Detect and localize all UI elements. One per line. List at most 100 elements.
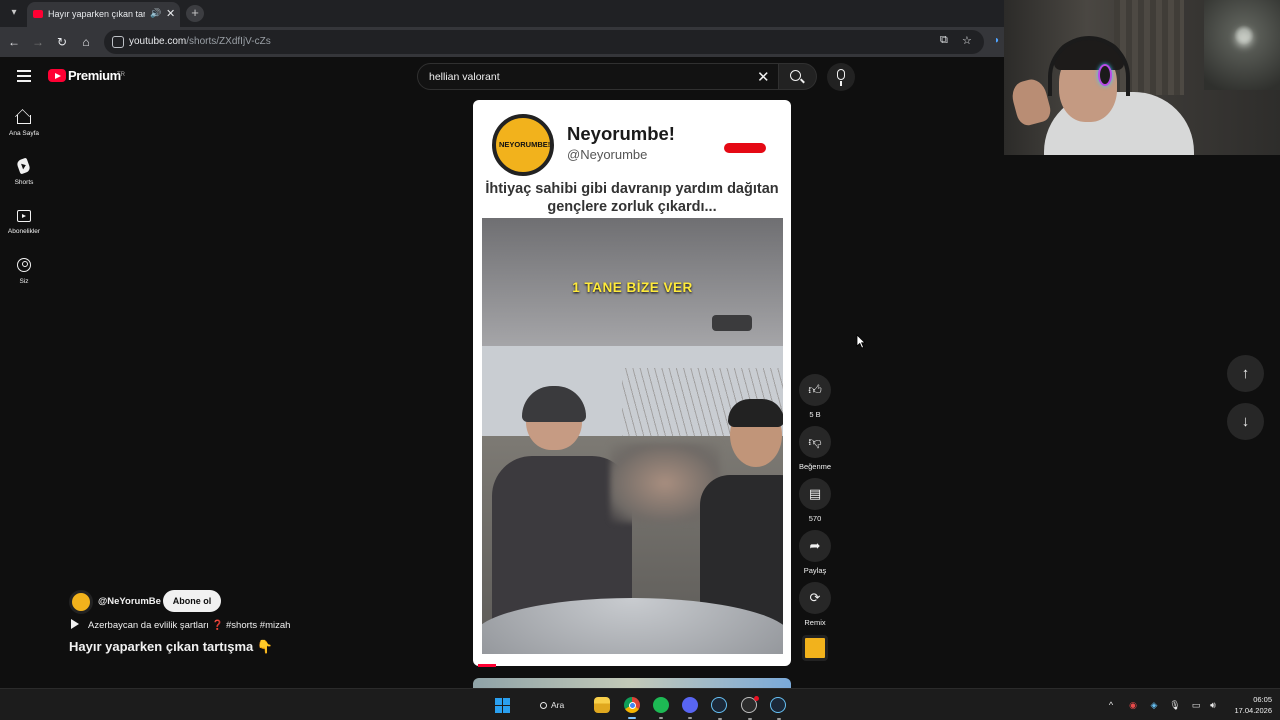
tab-title: Hayır yaparken çıkan tartışma xyxy=(48,9,145,19)
guide-label: Shorts xyxy=(14,179,34,186)
network-icon[interactable]: ▭ xyxy=(1190,699,1202,711)
volume-icon[interactable]: 🔊︎ xyxy=(1207,699,1219,711)
microphone-tray-icon[interactable]: 🎙︎ xyxy=(1169,699,1181,711)
webcam-overlay xyxy=(1004,0,1280,155)
home-browser-icon[interactable]: ⌂ xyxy=(78,34,94,50)
comments-button[interactable]: ▤ xyxy=(799,478,831,510)
neyorumbe-logo-text: NEYORUMBE! xyxy=(499,140,551,149)
share-label: Paylaş xyxy=(803,566,827,575)
bookmark-star-icon[interactable]: ☆ xyxy=(962,34,972,47)
shorts-icon xyxy=(15,157,32,175)
tab-close-icon[interactable]: ✕ xyxy=(166,7,175,20)
valorant-client-icon[interactable] xyxy=(741,696,759,720)
thumbs-down-icon: 👎︎ xyxy=(808,434,822,449)
like-button[interactable]: 👍︎ xyxy=(799,374,831,406)
mouse-cursor-icon xyxy=(856,334,866,349)
guide-item-you[interactable]: Siz xyxy=(0,258,48,300)
previous-short-button[interactable]: ↑ xyxy=(1227,355,1264,392)
forward-arrow-icon[interactable]: → xyxy=(30,34,46,50)
microphone-icon xyxy=(837,69,845,86)
video-caption: 1 TANE BİZE VER xyxy=(572,280,693,295)
search-query: hellian valorant xyxy=(429,71,500,83)
site-info-icon[interactable] xyxy=(112,36,124,48)
overlay-channel-name: Neyorumbe! xyxy=(567,123,675,144)
tab-search-chevron-icon[interactable]: ▾ xyxy=(6,5,22,21)
video-frame: 1 TANE BİZE VER xyxy=(482,218,783,654)
tab-audio-icon[interactable]: 🔊 xyxy=(150,8,161,19)
extension-icon[interactable]: ◗ xyxy=(994,35,1002,47)
video-progress-bar[interactable] xyxy=(478,664,496,667)
notification-dot xyxy=(754,696,759,701)
spotify-icon[interactable] xyxy=(653,697,669,719)
address-bar[interactable]: youtube.com/shorts/ZXdfIjV-cZs ⧉ ☆ xyxy=(104,30,984,54)
screen: ▾ Hayır yaparken çıkan tartışma 🔊 ✕ + ← … xyxy=(0,0,1280,720)
overlay-headline: İhtiyaç sahibi gibi davranıp yardım dağı… xyxy=(485,181,779,215)
steam-secondary-icon[interactable] xyxy=(770,697,786,720)
guide-item-subscriptions[interactable]: Abonelikler xyxy=(0,208,48,250)
share-arrow-icon: ➦ xyxy=(809,538,821,553)
url-text: youtube.com/shorts/ZXdfIjV-cZs xyxy=(129,36,271,47)
file-explorer-icon[interactable] xyxy=(594,697,610,713)
sound-source-avatar[interactable] xyxy=(802,635,828,661)
menu-hamburger-icon[interactable] xyxy=(17,70,31,82)
search-icon xyxy=(790,70,801,81)
channel-name[interactable]: @NeYorumBe xyxy=(98,596,161,607)
search-button[interactable] xyxy=(779,63,817,90)
browser-tab-strip: ▾ Hayır yaparken çıkan tartışma 🔊 ✕ + xyxy=(0,0,1004,27)
guide-item-home[interactable]: Ana Sayfa xyxy=(0,110,48,152)
dislike-button[interactable]: 👎︎ xyxy=(799,426,831,458)
windows-start-icon[interactable] xyxy=(495,698,510,713)
clock-date: 17.04.2026 xyxy=(1234,706,1272,715)
play-icon xyxy=(71,619,79,629)
search-icon xyxy=(540,702,547,709)
youtube-premium-wordmark[interactable]: Premium xyxy=(68,68,121,83)
back-arrow-icon[interactable]: ← xyxy=(6,34,22,50)
subscribe-button[interactable]: Abone ol xyxy=(163,590,221,612)
channel-avatar[interactable] xyxy=(69,590,93,614)
guide-label: Ana Sayfa xyxy=(9,130,39,137)
share-button[interactable]: ➦ xyxy=(799,530,831,562)
short-title: Hayır yaparken çıkan tartışma 👇 xyxy=(69,639,274,654)
voice-search-button[interactable] xyxy=(827,63,855,91)
guide-item-shorts[interactable]: Shorts xyxy=(0,157,48,201)
remix-button[interactable]: ⟳ xyxy=(799,582,831,614)
linked-video-row[interactable]: Azerbaycan da evlilik şartları ❓ #shorts… xyxy=(71,619,290,631)
arrow-up-icon: ↑ xyxy=(1241,365,1250,382)
like-count: 5 B xyxy=(809,410,821,419)
shorts-video-player[interactable]: NEYORUMBE! Neyorumbe! @Neyorumbe İhtiyaç… xyxy=(473,100,791,666)
browser-toolbar: ← → ↻ ⌂ youtube.com/shorts/ZXdfIjV-cZs ⧉… xyxy=(0,27,1004,57)
neyorumbe-logo: NEYORUMBE! xyxy=(492,114,554,176)
arrow-down-icon: ↓ xyxy=(1241,413,1250,430)
taskbar-search[interactable]: Ara xyxy=(530,696,582,714)
comment-count: 570 xyxy=(808,514,822,523)
tray-overflow-chevron-icon[interactable]: ^ xyxy=(1105,699,1117,711)
overlay-channel-handle: @Neyorumbe xyxy=(567,147,648,162)
linked-video-text: Azerbaycan da evlilik şartları ❓ #shorts… xyxy=(88,620,291,631)
region-code: TR xyxy=(117,72,125,78)
tray-steam-icon[interactable]: ◈ xyxy=(1148,699,1160,711)
guide-label: Siz xyxy=(19,278,29,285)
reload-icon[interactable]: ↻ xyxy=(54,34,70,50)
dislike-label: Beğenme xyxy=(798,462,832,471)
next-short-preview[interactable] xyxy=(473,678,791,688)
thumbs-up-icon: 👍︎ xyxy=(808,382,822,397)
next-short-button[interactable]: ↓ xyxy=(1227,403,1264,440)
youtube-logo-icon[interactable] xyxy=(48,69,66,82)
discord-icon[interactable] xyxy=(682,697,698,719)
new-tab-button[interactable]: + xyxy=(186,5,204,22)
person-left xyxy=(492,386,632,626)
comment-icon: ▤ xyxy=(808,486,822,501)
home-icon xyxy=(17,115,31,124)
install-app-icon[interactable]: ⧉ xyxy=(940,34,948,47)
browser-tab-active[interactable]: Hayır yaparken çıkan tartışma 🔊 ✕ xyxy=(27,2,180,27)
search-input[interactable]: hellian valorant ✕ xyxy=(417,63,779,90)
overlay-red-badge xyxy=(724,143,766,153)
clear-search-icon[interactable]: ✕ xyxy=(757,68,770,86)
person-right xyxy=(700,399,783,645)
tray-app-icon[interactable]: ◉ xyxy=(1127,699,1139,711)
youtube-favicon-icon xyxy=(33,10,43,18)
windows-taskbar: Ara ^ ◉ ◈ 🎙︎ ▭ 🔊︎ 06:05 17.04.2026 xyxy=(0,688,1280,720)
steam-icon[interactable] xyxy=(711,697,727,720)
system-clock[interactable]: 06:05 17.04.2026 xyxy=(1226,694,1272,716)
chrome-icon[interactable] xyxy=(624,697,640,719)
